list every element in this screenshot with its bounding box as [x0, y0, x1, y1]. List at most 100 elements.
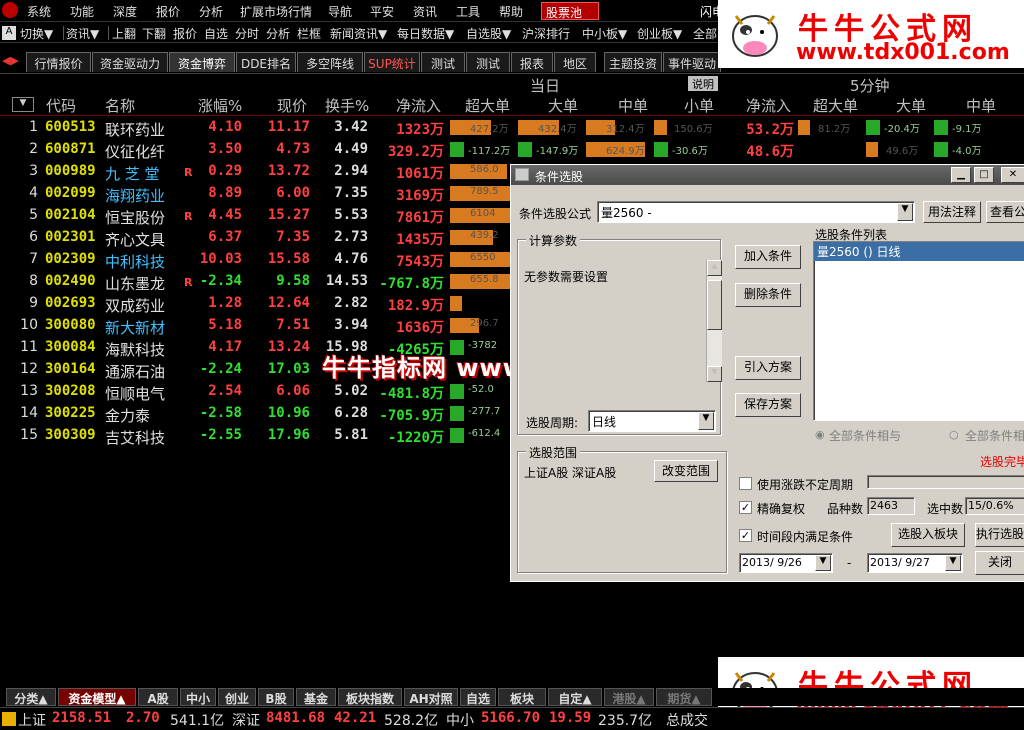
col-code[interactable]: 代码	[46, 95, 76, 116]
stock-name[interactable]: 金力泰	[105, 405, 150, 426]
menu-pingan[interactable]: 平安	[370, 3, 394, 20]
bottom-tab[interactable]: 资金模型▲	[58, 688, 136, 706]
execute-button[interactable]: 执行选股	[975, 523, 1024, 547]
col-price[interactable]: 现价	[277, 95, 307, 116]
tab-bull-bear[interactable]: 多空阵线	[297, 52, 363, 72]
chevron-down-icon[interactable]: ▼	[945, 555, 961, 571]
to-board-button[interactable]: 选股入板块	[891, 523, 965, 547]
menu-help[interactable]: 帮助	[499, 3, 523, 20]
toolbar-gem[interactable]: 创业板▼	[637, 25, 682, 42]
condition-list-item[interactable]: 量2560 () 日线	[814, 242, 1024, 261]
menu-news[interactable]: 资讯	[413, 3, 437, 20]
col-net-inflow[interactable]: 净流入	[396, 95, 441, 116]
stock-name[interactable]: 双成药业	[105, 295, 165, 316]
col-turnover[interactable]: 换手%	[325, 95, 369, 116]
stock-name[interactable]: 联环药业	[105, 119, 165, 140]
tab-test-1[interactable]: 测试	[421, 52, 465, 72]
tab-dde-rank[interactable]: DDE排名	[236, 52, 296, 72]
toolbar-analysis[interactable]: 分析	[266, 25, 290, 42]
menu-analysis[interactable]: 分析	[199, 3, 223, 20]
delete-condition-button[interactable]: 删除条件	[735, 283, 801, 307]
stock-name[interactable]: 海默科技	[105, 339, 165, 360]
tab-capital-driver[interactable]: 资金驱动力	[92, 52, 168, 72]
stock-code[interactable]: 300208	[45, 383, 96, 399]
stock-code[interactable]: 002104	[45, 207, 96, 223]
stock-pool-button[interactable]: 股票池 ●	[541, 2, 599, 35]
stock-code[interactable]: 300225	[45, 405, 96, 421]
chevron-down-icon[interactable]: ▼	[698, 412, 714, 430]
scroll-thumb[interactable]	[707, 280, 722, 330]
stock-code[interactable]: 002693	[45, 295, 96, 311]
stock-name[interactable]: 恒宝股份	[105, 207, 165, 228]
col-5m-net-inflow[interactable]: 净流入	[746, 95, 791, 116]
bottom-tab[interactable]: 板块	[498, 688, 546, 706]
col-5m-medium[interactable]: 中单	[966, 95, 996, 116]
save-plan-button[interactable]: 保存方案	[735, 393, 801, 417]
stock-code[interactable]: 300309	[45, 427, 96, 443]
dialog-titlebar[interactable]: 条件选股 ▁ □ ✕	[511, 165, 1024, 185]
tab-event-driven[interactable]: 事件驱动	[663, 52, 721, 72]
tab-market-quote[interactable]: 行情报价	[26, 52, 91, 72]
tab-scroll-arrows-icon[interactable]: ◀▶	[2, 54, 19, 67]
toolbar-sme[interactable]: 中小板▼	[582, 25, 627, 42]
stock-code[interactable]: 000989	[45, 163, 96, 179]
menu-system[interactable]: 系统	[27, 3, 51, 20]
close-icon[interactable]: ✕	[1001, 167, 1024, 183]
stock-code[interactable]: 600871	[45, 141, 96, 157]
toolbar-timeshare[interactable]: 分时	[235, 25, 259, 42]
col-change-pct[interactable]: 涨幅%	[198, 95, 242, 116]
stock-name[interactable]: 吉艾科技	[105, 427, 165, 448]
col-large[interactable]: 大单	[548, 95, 578, 116]
add-condition-button[interactable]: 加入条件	[735, 245, 801, 269]
stock-name[interactable]: 齐心文具	[105, 229, 165, 250]
bottom-tab[interactable]: 板块指数	[338, 688, 402, 706]
chevron-down-icon[interactable]: ▼	[815, 555, 831, 571]
stock-name[interactable]: 恒顺电气	[105, 383, 165, 404]
stock-code[interactable]: 300084	[45, 339, 96, 355]
col-medium[interactable]: 中单	[618, 95, 648, 116]
tab-capital-game[interactable]: 资金博弈	[169, 52, 235, 72]
toolbar-switch[interactable]: 切换▼	[20, 25, 53, 42]
col-super-large[interactable]: 超大单	[465, 95, 510, 116]
uncertain-period-checkbox[interactable]	[739, 477, 752, 490]
toolbar-ranking[interactable]: 沪深排行	[522, 25, 570, 42]
menu-quote[interactable]: 报价	[156, 3, 180, 20]
menu-nav[interactable]: 导航	[328, 3, 352, 20]
bottom-tab[interactable]: 创业	[218, 688, 256, 706]
tab-sup-stats[interactable]: SUP统计	[364, 52, 420, 72]
column-menu-icon[interactable]: ▼	[12, 97, 34, 112]
condition-list[interactable]: 量2560 () 日线	[813, 241, 1024, 421]
menu-function[interactable]: 功能	[70, 3, 94, 20]
bottom-tab[interactable]: A股	[138, 688, 178, 706]
bottom-tab[interactable]: 港股▲	[604, 688, 654, 706]
toolbar-info[interactable]: 资讯▼	[66, 25, 99, 42]
scroll-down-icon[interactable]: ▼	[707, 366, 722, 382]
usage-notes-button[interactable]: 用法注释	[923, 201, 981, 223]
col-5m-large[interactable]: 大单	[896, 95, 926, 116]
table-row[interactable]: 1 600513 联环药业 4.10 11.17 3.42 1323万 427.2万 432.4…	[0, 117, 1024, 139]
period-select[interactable]: 日线 ▼	[588, 410, 716, 432]
toolbar-news[interactable]: 新闻资讯▼	[330, 25, 387, 42]
stock-code[interactable]: 300080	[45, 317, 96, 333]
toolbar-quote[interactable]: 报价	[173, 25, 197, 42]
scroll-up-icon[interactable]: ▲	[707, 260, 722, 276]
tab-theme-invest[interactable]: 主题投资	[604, 52, 662, 72]
minimize-icon[interactable]: ▁	[951, 167, 971, 183]
stock-code[interactable]: 002301	[45, 229, 96, 245]
formula-select[interactable]: 量2560 - ▼	[597, 201, 915, 223]
stock-name[interactable]: 通源石油	[105, 361, 165, 382]
bottom-tab[interactable]: 中小	[180, 688, 216, 706]
col-name[interactable]: 名称	[105, 95, 135, 116]
toolbar-daily-data[interactable]: 每日数据▼	[397, 25, 454, 42]
stock-code[interactable]: 600513	[45, 119, 96, 135]
tab-report[interactable]: 报表	[511, 52, 553, 72]
bottom-tab[interactable]: 分类▲	[6, 688, 56, 706]
menu-depth[interactable]: 深度	[113, 3, 137, 20]
view-formula-button[interactable]: 查看公式	[986, 201, 1024, 223]
bottom-tab[interactable]: 基金	[296, 688, 336, 706]
toolbar-page-down[interactable]: 下翻	[142, 25, 166, 42]
stock-code[interactable]: 300164	[45, 361, 96, 377]
bottom-tab[interactable]: 期货▲	[656, 688, 712, 706]
stock-code[interactable]: 002490	[45, 273, 96, 289]
toolbar-page-up[interactable]: 上翻	[112, 25, 136, 42]
